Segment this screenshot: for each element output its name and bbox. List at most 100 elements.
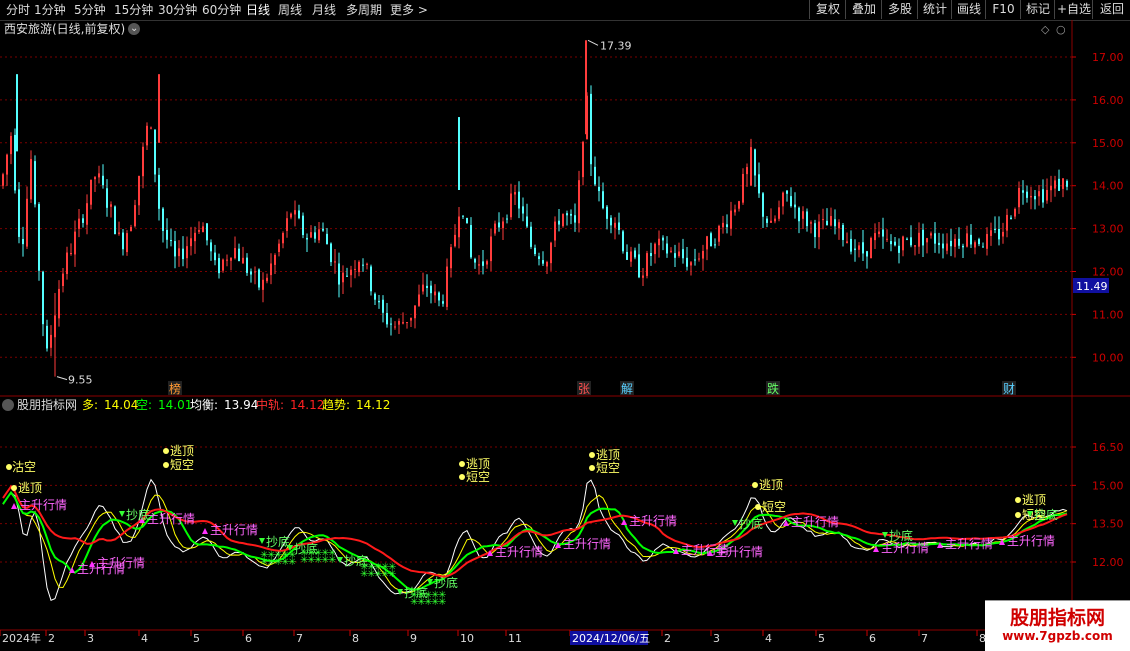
candle-body: [590, 93, 592, 165]
main-rise-label: 主升行情: [715, 545, 763, 559]
main-rise-label: 主升行情: [563, 537, 611, 551]
action-button-3[interactable]: 统计: [917, 0, 952, 19]
period-tab-9[interactable]: 多周期: [346, 2, 382, 18]
period-tab-10[interactable]: 更多 >: [390, 2, 428, 18]
candle-body: [898, 245, 900, 253]
action-button-1[interactable]: 叠加: [845, 0, 882, 19]
candle-body: [334, 261, 336, 263]
candle-body: [550, 242, 552, 264]
candle-body: [306, 237, 308, 240]
candle-body: [1062, 178, 1064, 189]
candle-body: [730, 210, 732, 229]
escape-top-label-dot: [163, 448, 169, 454]
candle-body: [1026, 191, 1028, 198]
candle-body: [226, 259, 228, 261]
high-pointer: [587, 39, 599, 46]
action-button-6[interactable]: 标记: [1020, 0, 1055, 19]
candle-body: [114, 206, 116, 235]
short-empty-label-dot: [589, 465, 595, 471]
candle-body: [250, 271, 252, 275]
price-axis-label: 17.00: [1092, 51, 1124, 64]
candle-body: [238, 248, 240, 262]
high-price-label: 17.39: [600, 39, 632, 52]
candle-body: [918, 232, 920, 247]
candle-body: [822, 219, 824, 221]
candle-body: [1018, 187, 1020, 208]
period-tab-8[interactable]: 月线: [312, 2, 336, 18]
rise-arrow-icon: [621, 519, 627, 525]
bottom-fish-label: 抄底: [126, 507, 150, 522]
period-tab-1[interactable]: 1分钟: [34, 2, 66, 18]
event-marker: 解: [621, 382, 633, 396]
escape-top-label-dot: [459, 461, 465, 467]
time-axis-label: 5: [193, 632, 200, 645]
candle-body: [566, 213, 568, 216]
candle-body: [762, 193, 764, 217]
candle-body: [314, 232, 316, 239]
action-button-5[interactable]: F10: [985, 0, 1021, 19]
candle-body: [834, 219, 836, 227]
candle-body: [666, 243, 668, 254]
candle-body: [78, 218, 80, 229]
period-tab-6[interactable]: 日线: [246, 2, 270, 18]
candle-body: [330, 243, 332, 263]
escape-top-label: 逃顶: [18, 481, 42, 495]
candle-body: [966, 233, 968, 247]
time-axis-label: 8: [352, 632, 359, 645]
candle-body: [106, 188, 108, 208]
indicator-menu-icon[interactable]: [2, 399, 14, 411]
chart-area[interactable]: 17.399.55榜张解跌财 沽空逃顶逃顶短空 逃顶短空逃顶短空逃顶逃顶短空短空主…: [0, 20, 1130, 650]
candle-body: [906, 238, 908, 240]
time-axis-label: 3: [87, 632, 94, 645]
candle-body: [274, 254, 276, 265]
candle-body: [694, 259, 696, 261]
candle-body: [838, 222, 840, 229]
indicator-axis-label: 15.00: [1092, 479, 1124, 492]
candle-body: [470, 225, 472, 258]
candle-body: [866, 251, 868, 257]
candle-body: [450, 247, 452, 269]
action-button-4[interactable]: 画线: [951, 0, 986, 19]
candle-body: [414, 305, 416, 319]
main-annotations: 17.39 9.55 榜 张 解 跌 财: [56, 39, 1016, 396]
candle-body: [738, 201, 740, 209]
period-tab-7[interactable]: 周线: [278, 2, 302, 18]
candle-body: [622, 231, 624, 252]
candle-body: [58, 288, 60, 319]
period-tab-2[interactable]: 5分钟: [74, 2, 106, 18]
action-button-7[interactable]: +自选: [1054, 0, 1093, 19]
candle-body: [182, 248, 184, 260]
short-empty-label: 短空: [466, 470, 490, 484]
period-tab-0[interactable]: 分时: [6, 2, 30, 18]
action-button-8[interactable]: 返回: [1092, 0, 1130, 19]
axes: 17.00 16.00 15.00 14.00 13.00 12.00 11.00 10.00…: [0, 20, 1130, 645]
cluster-mark: ✳: [328, 555, 336, 566]
candle-body: [862, 242, 864, 254]
candle-body: [678, 251, 680, 257]
candle-body: [154, 129, 156, 175]
candle-body: [94, 177, 96, 180]
candle-body: [886, 238, 888, 240]
time-axis-label: 3: [713, 632, 720, 645]
candle-body: [662, 237, 664, 241]
period-tab-5[interactable]: 60分钟: [202, 2, 241, 18]
main-rise-label: 主升行情: [19, 498, 67, 512]
candle-body: [406, 322, 408, 324]
candle-body: [458, 216, 460, 238]
period-tab-4[interactable]: 30分钟: [158, 2, 197, 18]
legend-value: 14.12: [290, 398, 324, 412]
candle-body: [770, 220, 772, 223]
candle-body: [914, 245, 916, 247]
candle-body: [46, 325, 48, 349]
action-button-0[interactable]: 复权: [809, 0, 846, 19]
period-tab-3[interactable]: 15分钟: [114, 2, 153, 18]
candle-body: [986, 234, 988, 249]
candle-body: [642, 275, 644, 278]
candle-body: [974, 242, 976, 248]
circle-icon: ○: [1056, 23, 1066, 36]
candle-body: [650, 253, 652, 257]
candle-body: [210, 242, 212, 252]
candle-body: [74, 231, 76, 255]
candle-body: [130, 227, 132, 232]
action-button-2[interactable]: 多股: [881, 0, 918, 19]
